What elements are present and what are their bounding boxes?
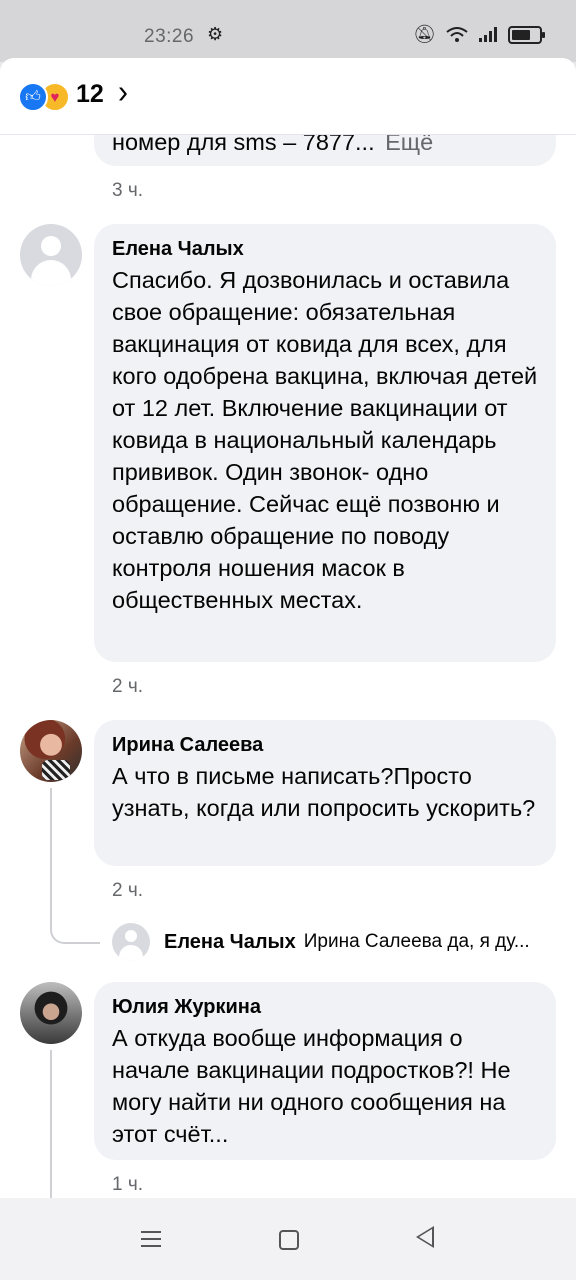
signal-icon — [479, 26, 497, 42]
gear-icon: ⚙ — [207, 24, 224, 44]
thread-line — [50, 918, 100, 944]
thread-line — [50, 788, 52, 918]
comment-text: А откуда вообще информация о начале вакц… — [112, 1025, 511, 1147]
comment-time: 2 ч. — [112, 880, 144, 901]
comment-author[interactable]: Елена Чалых — [112, 236, 538, 262]
status-icons: 🔕︎ — [413, 24, 545, 45]
comment-bubble[interactable]: Елена Чалых Спасибо. Я дозвонилась и ост… — [94, 224, 556, 662]
comments-sheet: номер для sms – 7877... Ещё 3 ч. Елена Ч… — [0, 58, 576, 1198]
wifi-icon — [446, 26, 468, 42]
comment-author[interactable]: Юлия Журкина — [112, 994, 538, 1020]
menu-icon[interactable] — [141, 1231, 161, 1247]
chevron-right-icon[interactable]: › — [118, 74, 128, 111]
comment-bubble[interactable]: Юлия Журкина А откуда вообще информация … — [94, 982, 556, 1160]
status-bar: 23:26 ⚙ 🔕︎ — [0, 0, 576, 62]
back-icon[interactable] — [416, 1226, 434, 1248]
comments-list: номер для sms – 7877... Ещё 3 ч. Елена Ч… — [0, 58, 576, 1198]
clock: 23:26 — [144, 26, 195, 47]
avatar[interactable] — [20, 982, 82, 1044]
like-icon: 👍︎ — [18, 82, 48, 112]
comment-bubble[interactable]: Ирина Салеева А что в письме написать?Пр… — [94, 720, 556, 866]
reply-text: Ирина Салеева да, я ду... — [303, 931, 530, 952]
reply-author: Елена Чалых — [164, 930, 296, 953]
home-icon[interactable] — [279, 1230, 299, 1250]
comment-author[interactable]: Ирина Салеева — [112, 732, 538, 758]
avatar[interactable] — [20, 224, 82, 286]
comment-time: 1 ч. — [112, 1174, 144, 1195]
navigation-bar — [0, 1198, 576, 1280]
reactions-header[interactable]: ♥ 👍︎ 12 › — [0, 58, 576, 135]
battery-icon — [508, 25, 545, 44]
comment-text: Спасибо. Я дозвонилась и оставила свое о… — [112, 267, 538, 613]
avatar[interactable] — [20, 720, 82, 782]
avatar — [112, 923, 150, 961]
comment-text: А что в письме написать?Просто узнать, к… — [112, 763, 536, 821]
thread-line — [50, 1050, 52, 1198]
comment-time: 3 ч. — [112, 180, 144, 201]
mute-bell-icon: 🔕︎ — [413, 24, 436, 44]
reply-preview[interactable]: Елена Чалых Ирина Салеева да, я ду... — [112, 922, 562, 962]
comment-time: 2 ч. — [112, 676, 144, 697]
reaction-count: 12 — [76, 80, 104, 108]
